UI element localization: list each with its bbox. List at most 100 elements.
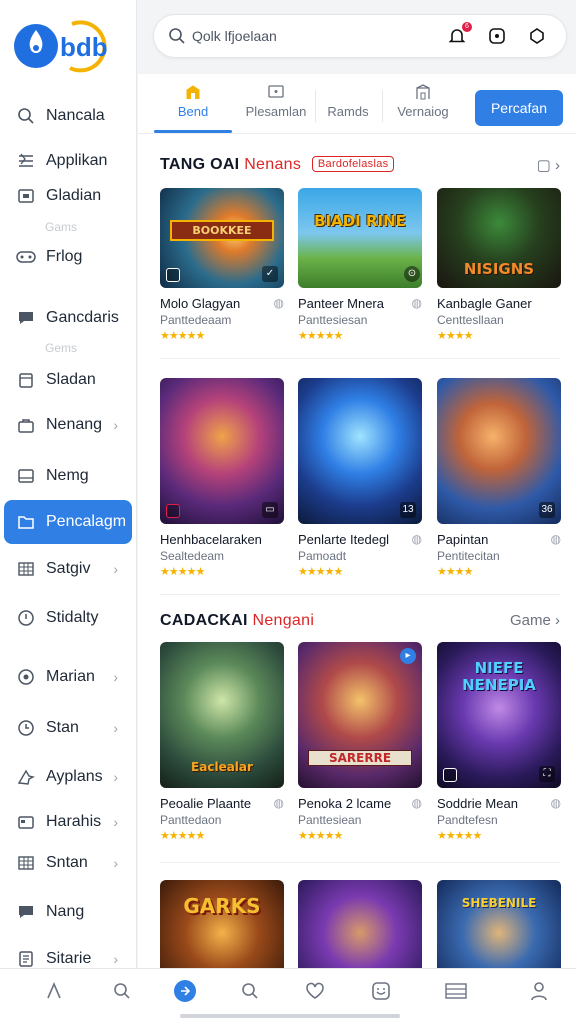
game-thumbnail[interactable]: ▭ [160, 378, 284, 524]
game-thumbnail[interactable]: NIEFE NENEPIA ⛶ [437, 642, 561, 788]
sidebar-item-nenang[interactable]: Nenang › [4, 403, 132, 447]
percafan-button[interactable]: Percafan [475, 90, 563, 126]
rating-stars: ★★★★★ [298, 830, 343, 842]
game-card[interactable] [298, 880, 422, 968]
game-card[interactable]: GARKS [160, 880, 284, 968]
game-card[interactable]: SARERRE ▸ Penoka 2 lcame ◍ Panttesiean ★★… [298, 642, 422, 842]
rating-stars: ★★★★★ [298, 566, 343, 578]
sidebar-item-label: Pencalagm [46, 513, 127, 530]
list-icon[interactable] [444, 979, 468, 1003]
rating-stars: ★★★★ [437, 566, 473, 578]
user-icon[interactable] [527, 979, 551, 1003]
game-card[interactable]: NISIGNS Kanbagle Ganer Centtesllaan ★★★★ [437, 188, 561, 342]
game-subtitle: Sealtedeam [160, 549, 225, 563]
search-input[interactable]: Qolk lfjoelaan [192, 28, 446, 44]
sidebar-item-stan[interactable]: Stan › [4, 706, 132, 750]
game-thumbnail[interactable]: Eaclealar [160, 642, 284, 788]
sidebar-item-satgiv[interactable]: Satgiv › [4, 547, 132, 591]
sidebar-item-label: Ayplans [46, 768, 103, 785]
search-icon[interactable] [110, 979, 134, 1003]
folder-icon [16, 512, 36, 532]
sidebar-item-ayplans[interactable]: Ayplans › [4, 755, 132, 799]
game-thumbnail[interactable]: BOOKKEE ✓ [160, 188, 284, 288]
game-card[interactable]: BOOKKEE ✓ Molo Glagyan ◍ Panttedeaam ★★★★… [160, 188, 284, 342]
sidebar-item-marian[interactable]: Marian › [4, 655, 132, 699]
game-card[interactable]: BIADI RINE ⊙ Panteer Mnera ◍ Panttesiesan… [298, 188, 422, 342]
sidebar-item-nang[interactable]: Nang [4, 890, 132, 934]
tab-bar: Bend Plesamlan Ramds Vernaiog Percafan [138, 74, 576, 134]
tab-label: Plesamlan [245, 104, 307, 119]
game-thumbnail[interactable]: SHEBENILE [437, 880, 561, 968]
sidebar-item-pencalagm[interactable]: Pencalagm [4, 500, 132, 544]
sidebar-item-stidalty[interactable]: Stidalty [4, 596, 132, 640]
game-card[interactable]: SHEBENILE [437, 880, 561, 968]
sidebar-item-label: Nemg [46, 467, 89, 484]
game-card[interactable]: 13 Penlarte Itedegl ◍ Pamoadt ★★★★★ [298, 378, 422, 578]
circle-check-icon [16, 608, 36, 628]
game-subtitle: Pandtefesn [437, 813, 498, 827]
gamepad-icon: ◍ [273, 796, 284, 810]
divider [160, 862, 560, 863]
home-icon[interactable] [42, 979, 66, 1003]
tab-bend[interactable]: Bend [154, 82, 232, 133]
notification-icon[interactable]: 6 [446, 22, 472, 47]
game-thumbnail[interactable] [298, 880, 422, 968]
game-thumbnail[interactable]: 13 [298, 378, 422, 524]
game-title-text: Soddrie Mean [437, 796, 518, 811]
sidebar-item-nancala[interactable]: Nancala [4, 94, 132, 138]
tab-ramds[interactable]: Ramds [318, 82, 378, 132]
plane-icon [16, 767, 36, 787]
game-thumbnail[interactable]: NISIGNS [437, 188, 561, 288]
chevron-right-icon: › [113, 814, 118, 830]
tab-label: Vernaiog [397, 104, 449, 119]
game-logo-text: NISIGNS [463, 260, 535, 278]
section-more-text: Game [509, 612, 551, 629]
section-title: TANG OAI Nenans Bardofelaslas [160, 156, 395, 174]
game-thumbnail[interactable]: 36 [437, 378, 561, 524]
frame-icon [268, 85, 284, 98]
game-card[interactable]: NIEFE NENEPIA ⛶ Soddrie Mean ◍ Pandtefesn… [437, 642, 561, 842]
game-subtitle: Panttedeaam [160, 313, 232, 327]
heart-icon[interactable] [303, 979, 327, 1003]
game-card[interactable]: Eaclealar Peoalie Plaante ◍ Panttedaon ★★… [160, 642, 284, 842]
search-bar[interactable]: Qolk lfjoelaan 6 [153, 14, 567, 58]
game-card[interactable]: ▭ Henhbacelaraken Sealtedeam ★★★★★ [160, 378, 284, 578]
rating-stars: ★★★★ [437, 330, 473, 342]
section-more-link[interactable]: Game › [510, 612, 560, 629]
game-thumbnail[interactable]: BIADI RINE ⊙ [298, 188, 422, 288]
gamepad-icon[interactable] [369, 979, 393, 1003]
sidebar-item-label: Satgiv [46, 560, 91, 577]
tab-plesamlan[interactable]: Plesamlan [236, 82, 316, 132]
game-thumbnail[interactable]: GARKS [160, 880, 284, 968]
sidebar-item-gladian[interactable]: Gladian [4, 174, 132, 218]
notification-badge: 6 [462, 22, 472, 32]
chevron-right-icon: › [113, 669, 118, 685]
profile-icon[interactable] [526, 25, 548, 47]
game-card[interactable]: 36 Papintan ◍ Pentitecitan ★★★★ [437, 378, 561, 578]
sidebar-item-label: Stan [46, 719, 79, 736]
sidebar-item-label: Gancdaris [46, 309, 119, 326]
sidebar: bdb Nancala Applikan Gladian Gams Frlog [0, 0, 137, 968]
sidebar-item-harahis[interactable]: Harahis › [4, 800, 132, 844]
game-thumbnail[interactable]: SARERRE ▸ [298, 642, 422, 788]
sidebar-item-frlog[interactable]: Frlog [4, 235, 132, 279]
gamepad-icon: ◍ [411, 296, 422, 310]
sidebar-item-label: Nang [46, 903, 85, 920]
divider [160, 358, 560, 359]
game-logo-text: NIEFE NENEPIA [462, 659, 536, 694]
sidebar-item-sntan[interactable]: Sntan › [4, 841, 132, 885]
logo[interactable]: bdb [12, 18, 122, 74]
sidebar-item-gancdaris[interactable]: Gancdaris [4, 296, 132, 340]
compass-icon[interactable] [174, 980, 196, 1002]
tab-vernaiog[interactable]: Vernaiog [386, 82, 460, 132]
sidebar-item-sladan[interactable]: Sladan [4, 358, 132, 402]
section-more-link[interactable]: ▢ › [537, 156, 560, 174]
check-icon: ✓ [262, 266, 278, 282]
record-icon[interactable] [486, 25, 508, 47]
main-content: Bend Plesamlan Ramds Vernaiog Percafan T… [138, 74, 576, 968]
chevron-right-icon: › [113, 951, 118, 967]
section-title: CADACKAI Nengani [160, 612, 314, 630]
sidebar-item-nemg[interactable]: Nemg [4, 454, 132, 498]
chevron-right-icon: › [113, 720, 118, 736]
search-icon[interactable] [238, 979, 262, 1003]
